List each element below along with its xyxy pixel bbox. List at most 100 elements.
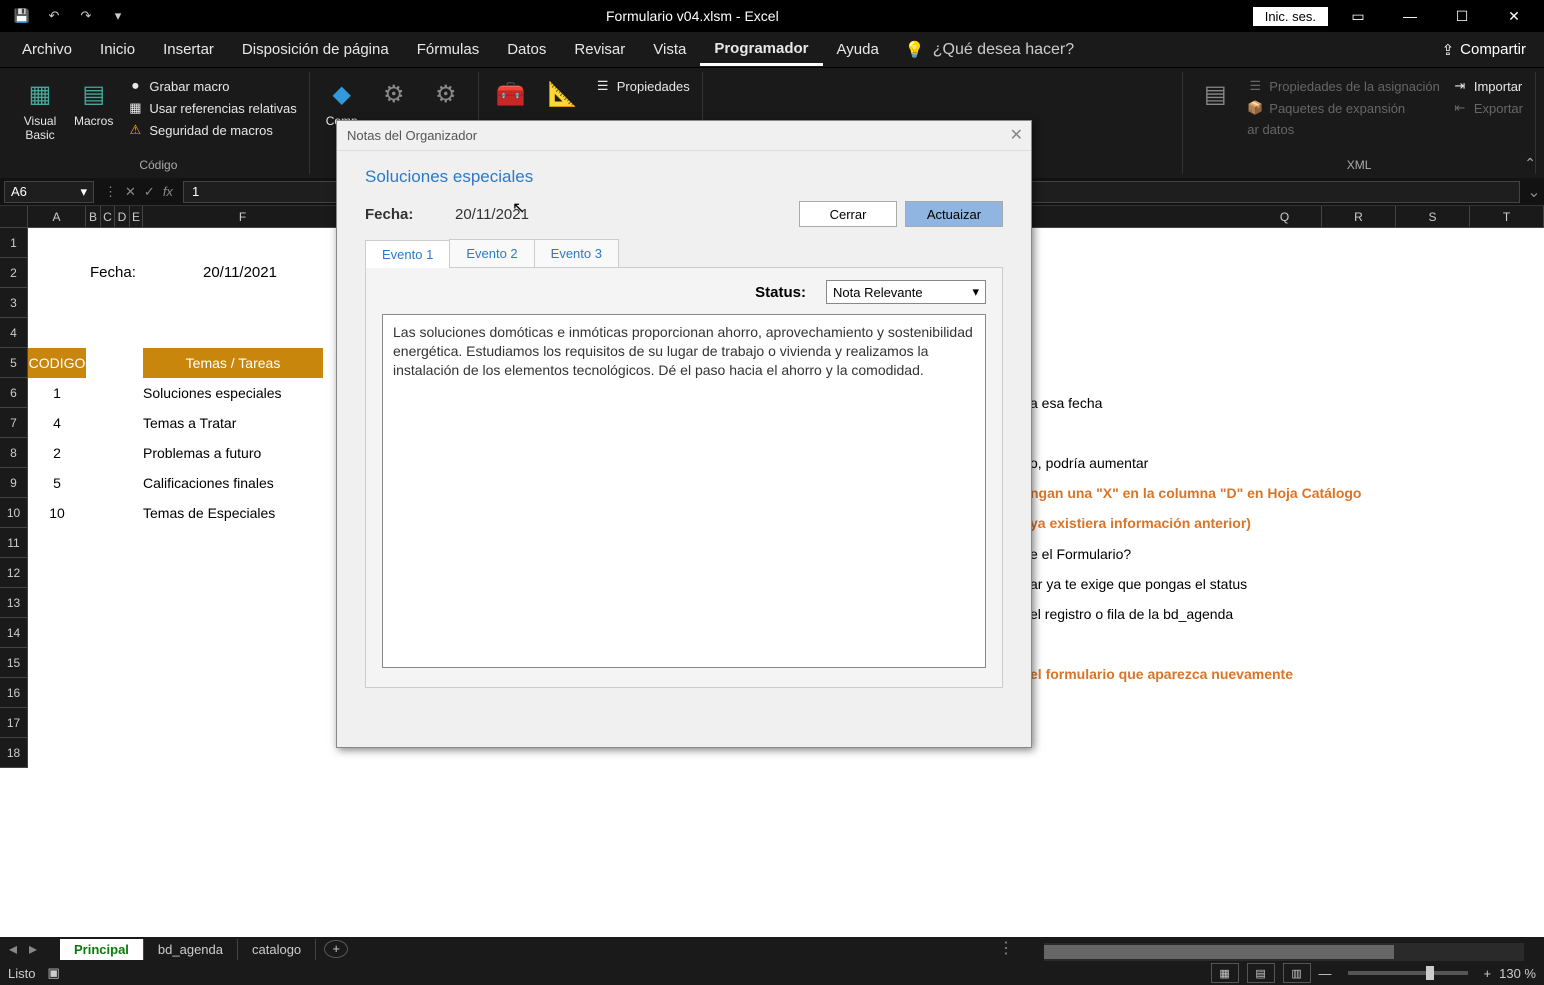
row-header[interactable]: 13	[0, 588, 28, 618]
row-header[interactable]: 18	[0, 738, 28, 768]
row-header[interactable]: 17	[0, 708, 28, 738]
col-header[interactable]: Q	[1248, 206, 1322, 227]
row-header[interactable]: 1	[0, 228, 28, 258]
col-header[interactable]: R	[1322, 206, 1396, 227]
namebox-dropdown-icon[interactable]: ▾	[80, 184, 87, 200]
dialog-titlebar[interactable]: Notas del Organizador ✕	[337, 121, 1031, 151]
cell-tema[interactable]: Temas a Tratar	[143, 408, 343, 438]
cell-codigo[interactable]: 5	[28, 468, 86, 498]
row-header[interactable]: 11	[0, 528, 28, 558]
cell-tema[interactable]: Soluciones especiales	[143, 378, 343, 408]
zoom-thumb[interactable]	[1426, 966, 1434, 980]
horizontal-scrollbar[interactable]	[1044, 943, 1524, 961]
col-header[interactable]: C	[101, 206, 115, 227]
maximize-icon[interactable]: ☐	[1440, 2, 1484, 30]
minimize-icon[interactable]: —	[1388, 2, 1432, 30]
redo-icon[interactable]: ↷	[72, 2, 100, 30]
cell-codigo[interactable]: 1	[28, 378, 86, 408]
cell-codigo[interactable]: 10	[28, 498, 86, 528]
nav-prev-icon[interactable]: ◂	[4, 939, 22, 959]
view-page-break-icon[interactable]: ▥	[1283, 963, 1311, 983]
undo-icon[interactable]: ↶	[40, 2, 68, 30]
prop-asignacion-button[interactable]: ☰Propiedades de la asignación	[1243, 76, 1444, 96]
tab-datos[interactable]: Datos	[493, 35, 560, 64]
collapse-ribbon-icon[interactable]: ⌃	[1524, 155, 1536, 172]
usar-referencias-button[interactable]: ▦Usar referencias relativas	[123, 98, 300, 118]
tab-scroll-dots[interactable]: ⋮	[998, 938, 1014, 958]
view-normal-icon[interactable]: ▦	[1211, 963, 1239, 983]
row-header[interactable]: 9	[0, 468, 28, 498]
dialog-close-icon[interactable]: ✕	[1010, 125, 1023, 145]
share-button[interactable]: ⇪ Compartir	[1432, 37, 1536, 63]
row-header[interactable]: 8	[0, 438, 28, 468]
sheet-tab-catalogo[interactable]: catalogo	[238, 939, 316, 960]
origen-button[interactable]: ▤	[1191, 72, 1239, 158]
actualizar-datos-button[interactable]: ar datos	[1243, 120, 1444, 139]
tab-inicio[interactable]: Inicio	[86, 35, 149, 64]
cancel-fx-icon[interactable]: ✕	[125, 184, 136, 200]
tab-programador[interactable]: Programador	[700, 34, 822, 66]
tab-formulas[interactable]: Fórmulas	[403, 35, 494, 64]
row-header[interactable]: 10	[0, 498, 28, 528]
cell-tema[interactable]: Calificaciones finales	[143, 468, 343, 498]
col-header[interactable]: A	[28, 206, 86, 227]
row-header[interactable]: 14	[0, 618, 28, 648]
cell-tema[interactable]: Problemas a futuro	[143, 438, 343, 468]
tab-evento-3[interactable]: Evento 3	[534, 239, 619, 267]
close-icon[interactable]: ✕	[1492, 2, 1536, 30]
col-header[interactable]: B	[86, 206, 101, 227]
tab-vista[interactable]: Vista	[639, 35, 700, 64]
save-icon[interactable]: 💾	[8, 2, 36, 30]
nav-next-icon[interactable]: ▸	[24, 939, 42, 959]
exportar-button[interactable]: ⇤Exportar	[1448, 98, 1527, 118]
tab-revisar[interactable]: Revisar	[560, 35, 639, 64]
signin-button[interactable]: Inic. ses.	[1253, 7, 1328, 26]
fx-icon[interactable]: fx	[163, 184, 173, 199]
importar-button[interactable]: ⇥Importar	[1448, 76, 1527, 96]
actualizar-button[interactable]: Actuaizar	[905, 201, 1003, 227]
propiedades-button[interactable]: ☰Propiedades	[591, 76, 694, 96]
name-box[interactable]: A6▾	[4, 181, 94, 203]
cell-codigo[interactable]: 4	[28, 408, 86, 438]
row-header[interactable]: 12	[0, 558, 28, 588]
expand-formula-icon[interactable]: ⌄	[1524, 182, 1544, 202]
status-select[interactable]: Nota Relevante ▾	[826, 280, 986, 304]
col-header[interactable]: E	[130, 206, 143, 227]
sheet-tab-principal[interactable]: Principal	[60, 939, 144, 960]
zoom-in-icon[interactable]: +	[1484, 966, 1492, 981]
row-header[interactable]: 5	[0, 348, 28, 378]
col-header[interactable]: T	[1470, 206, 1544, 227]
macros-button[interactable]: ▤ Macros	[68, 72, 119, 158]
row-header[interactable]: 15	[0, 648, 28, 678]
tab-disposicion[interactable]: Disposición de página	[228, 35, 403, 64]
row-header[interactable]: 4	[0, 318, 28, 348]
macro-record-icon[interactable]: ▣	[47, 965, 59, 981]
tab-insertar[interactable]: Insertar	[149, 35, 228, 64]
tab-evento-2[interactable]: Evento 2	[449, 239, 534, 267]
row-header[interactable]: 3	[0, 288, 28, 318]
zoom-out-icon[interactable]: —	[1319, 966, 1332, 981]
qat-dropdown-icon[interactable]: ▾	[104, 2, 132, 30]
ribbon-display-icon[interactable]: ▭	[1336, 2, 1380, 30]
zoom-level[interactable]: 130 %	[1499, 966, 1536, 981]
seguridad-macros-button[interactable]: ⚠Seguridad de macros	[123, 120, 300, 140]
row-header[interactable]: 7	[0, 408, 28, 438]
tab-ayuda[interactable]: Ayuda	[823, 35, 893, 64]
row-header[interactable]: 2	[0, 258, 28, 288]
tab-archivo[interactable]: Archivo	[8, 35, 86, 64]
col-header[interactable]: S	[1396, 206, 1470, 227]
cell-tema[interactable]: Temas de Especiales	[143, 498, 343, 528]
paquetes-expansion-button[interactable]: 📦Paquetes de expansión	[1243, 98, 1444, 118]
col-header[interactable]: F	[143, 206, 343, 227]
add-sheet-button[interactable]: +	[324, 940, 348, 958]
sheet-tab-bd-agenda[interactable]: bd_agenda	[144, 939, 238, 960]
scrollbar-thumb[interactable]	[1044, 945, 1394, 959]
select-all-corner[interactable]	[0, 206, 28, 227]
note-textarea[interactable]: Las soluciones domóticas e inmóticas pro…	[382, 314, 986, 668]
accept-fx-icon[interactable]: ✓	[144, 184, 155, 200]
tab-evento-1[interactable]: Evento 1	[365, 240, 450, 268]
col-header[interactable]: D	[115, 206, 130, 227]
view-page-layout-icon[interactable]: ▤	[1247, 963, 1275, 983]
tell-me-search[interactable]: 💡 ¿Qué desea hacer?	[905, 40, 1074, 60]
grabar-macro-button[interactable]: ⏺Grabar macro	[123, 76, 300, 96]
